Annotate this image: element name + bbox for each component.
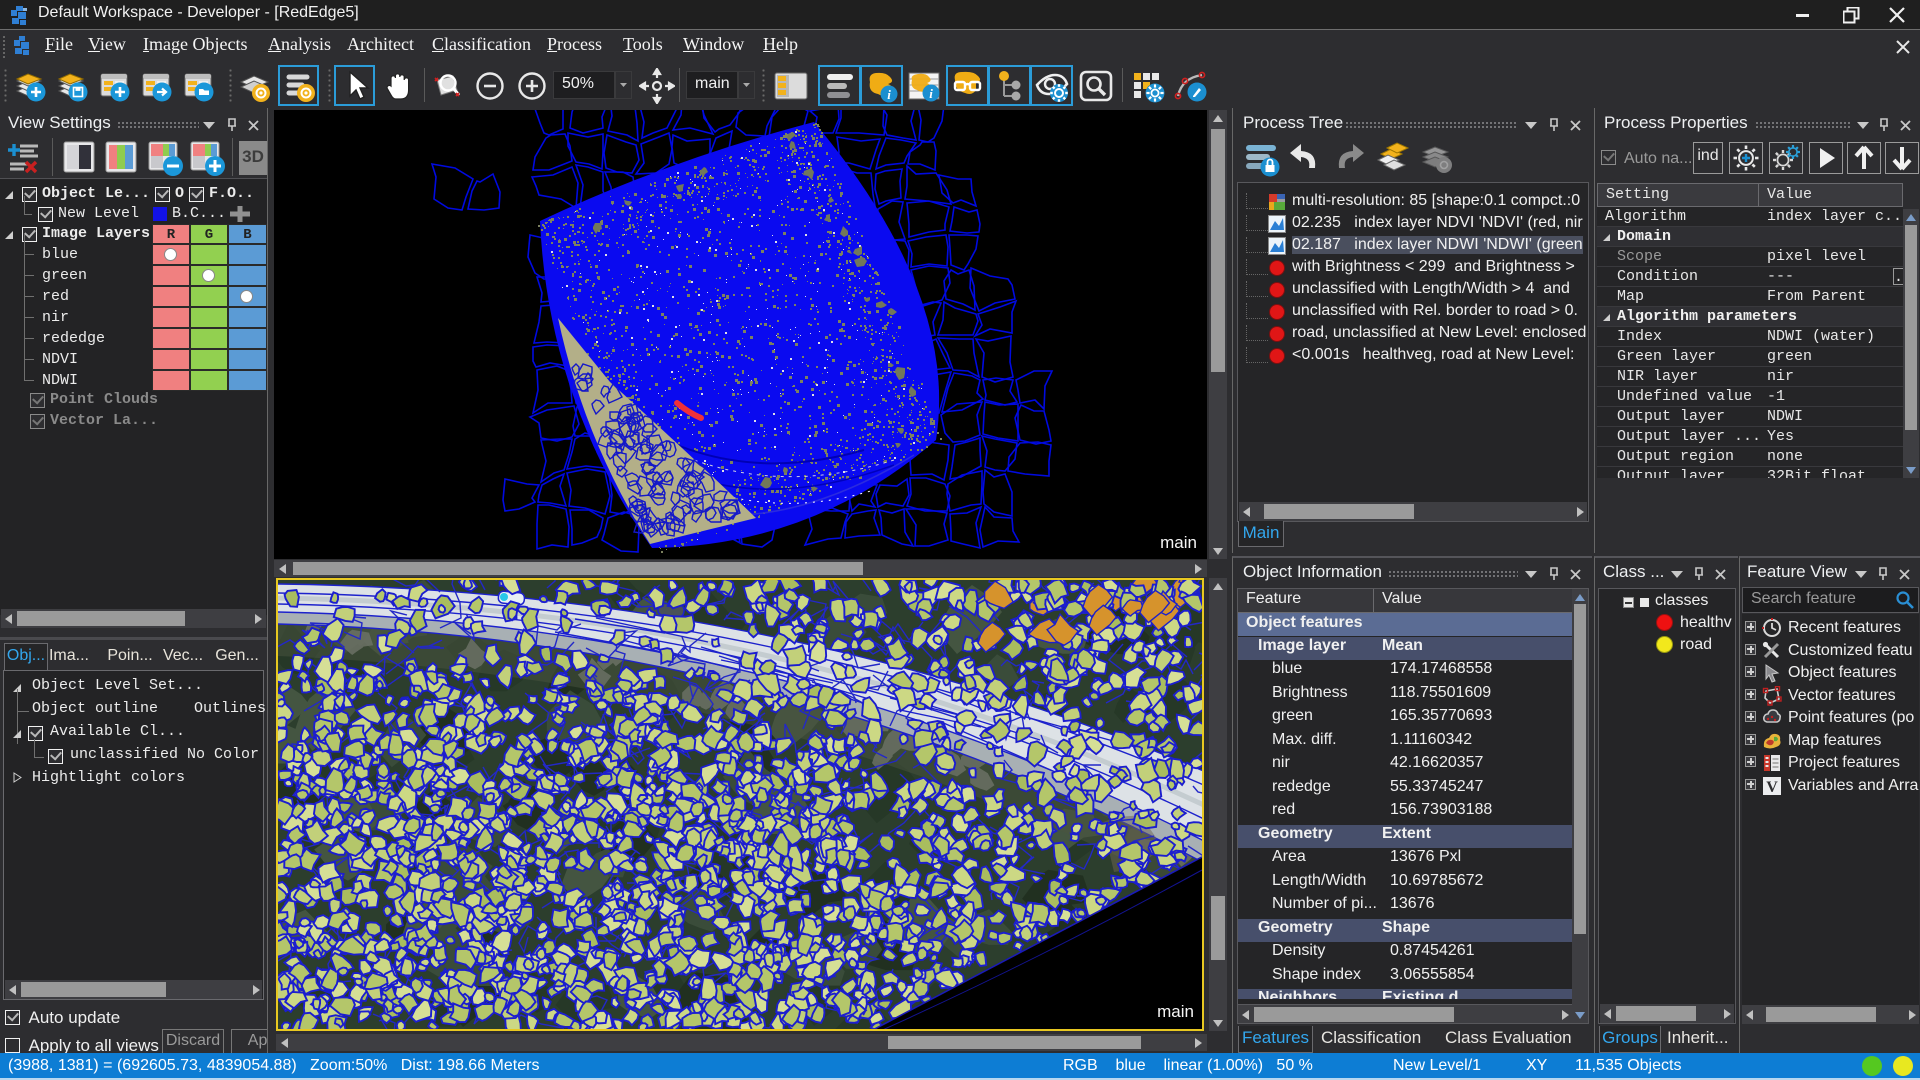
svg-text:i: i — [929, 86, 933, 101]
svg-text:V: V — [1766, 779, 1778, 796]
svg-text:i: i — [887, 87, 891, 102]
